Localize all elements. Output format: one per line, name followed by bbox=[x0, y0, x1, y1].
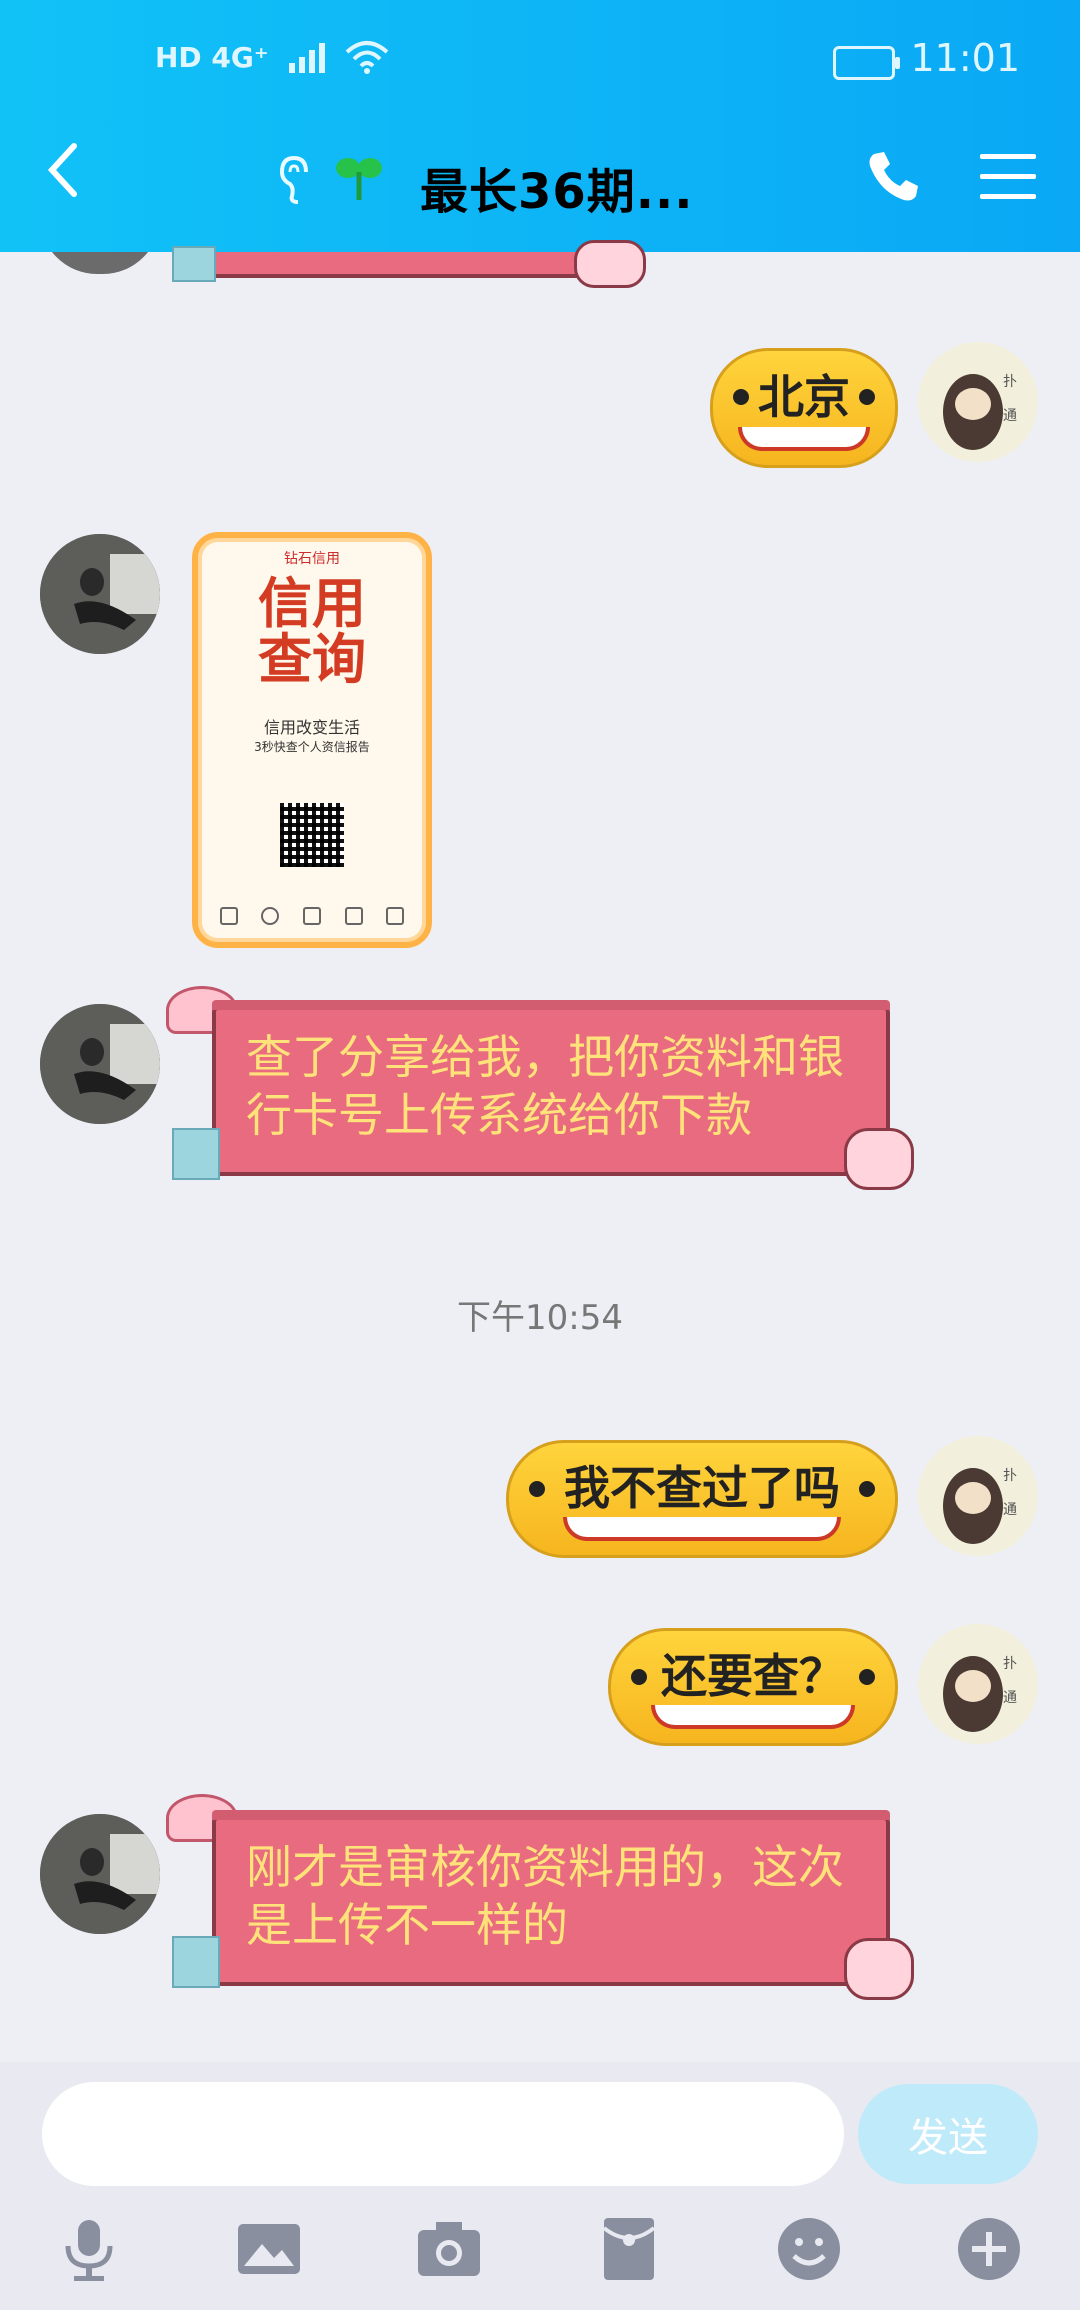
message-text: 北京 bbox=[758, 370, 850, 424]
svg-text:通: 通 bbox=[1003, 1502, 1017, 1518]
plus-icon[interactable] bbox=[954, 2214, 1024, 2284]
pink-bubble-partial bbox=[212, 252, 606, 278]
input-toolbar bbox=[0, 2192, 1080, 2310]
card-feature-icon bbox=[386, 907, 405, 925]
heart-sticker-icon bbox=[844, 1938, 914, 2000]
message-input[interactable] bbox=[42, 2082, 844, 2186]
card-headline-1: 信用 bbox=[258, 572, 366, 635]
status-bar: HD 4G⁺ 11:01 bbox=[0, 0, 1080, 120]
card-brand: 钻石信用 bbox=[284, 551, 340, 567]
image-icon[interactable] bbox=[234, 2214, 304, 2284]
menu-icon[interactable] bbox=[978, 150, 1038, 202]
svg-text:扑: 扑 bbox=[1003, 374, 1017, 390]
svg-text:通: 通 bbox=[1003, 1690, 1017, 1706]
qr-code bbox=[280, 803, 344, 867]
gift-box-icon bbox=[172, 1936, 220, 1988]
send-button[interactable]: 发送 bbox=[858, 2084, 1038, 2184]
my-avatar[interactable]: 扑通 bbox=[918, 1436, 1038, 1556]
monkey-avatar-icon: 扑通 bbox=[943, 1468, 1017, 1544]
card-headline-2: 查询 bbox=[258, 628, 366, 691]
gift-box-icon bbox=[172, 1128, 220, 1180]
phone-call-icon[interactable] bbox=[864, 148, 920, 204]
message-text: 查了分享给我，把你资料和银行卡号上传系统给你下款 bbox=[246, 1030, 844, 1142]
heart-sticker-icon bbox=[844, 1128, 914, 1190]
monkey-avatar-icon: 扑通 bbox=[943, 374, 1017, 450]
wifi-icon bbox=[345, 41, 389, 74]
my-avatar[interactable]: 扑通 bbox=[918, 1624, 1038, 1744]
message-bubble-mine[interactable]: 还要查？ bbox=[608, 1628, 898, 1746]
card-feature-icon bbox=[302, 907, 321, 925]
bubble-eye bbox=[859, 1481, 875, 1497]
ear-icon bbox=[279, 155, 308, 204]
network-label: HD 4G⁺ bbox=[155, 40, 269, 74]
contact-avatar[interactable] bbox=[40, 1814, 160, 1934]
bubble-eye bbox=[529, 1481, 545, 1497]
card-feature-icon bbox=[261, 907, 280, 925]
contact-photo bbox=[40, 1004, 160, 1124]
monkey-avatar-icon: 扑通 bbox=[943, 1656, 1017, 1732]
svg-text:通: 通 bbox=[1003, 408, 1017, 424]
network-indicators: HD 4G⁺ bbox=[155, 40, 389, 74]
gift-box-icon bbox=[172, 246, 216, 282]
bubble-eye bbox=[859, 1669, 875, 1685]
chat-title[interactable]: 最长36期... bbox=[420, 152, 694, 222]
credit-query-image-card[interactable]: 钻石信用 信用 查询 信用改变生活 3秒快查个人资信报告 bbox=[192, 532, 432, 948]
message-text: 我不查过了吗 bbox=[564, 1461, 840, 1515]
contact-photo bbox=[40, 534, 160, 654]
message-text: 还要查？ bbox=[661, 1649, 845, 1703]
camera-icon[interactable] bbox=[414, 2214, 484, 2284]
card-tagline: 信用改变生活 bbox=[263, 718, 360, 737]
contact-avatar[interactable] bbox=[40, 534, 160, 654]
red-packet-icon[interactable] bbox=[594, 2214, 664, 2284]
card-feature-icon bbox=[344, 907, 363, 925]
svg-text:扑: 扑 bbox=[1003, 1468, 1017, 1484]
message-bubble-mine[interactable]: 北京 bbox=[710, 348, 898, 468]
clock: 11:01 bbox=[910, 36, 1020, 80]
message-bubble-contact[interactable]: 刚才是审核你资料用的，这次是上传不一样的 bbox=[212, 1810, 890, 1986]
heart-sticker-icon bbox=[574, 240, 646, 288]
my-avatar[interactable]: 扑通 bbox=[918, 342, 1038, 462]
contact-avatar[interactable] bbox=[40, 1004, 160, 1124]
message-bubble-mine[interactable]: 我不查过了吗 bbox=[506, 1440, 898, 1558]
message-bubble-contact[interactable]: 查了分享给我，把你资料和银行卡号上传系统给你下款 bbox=[212, 1000, 890, 1176]
sprout-icon bbox=[336, 158, 382, 200]
card-subtitle: 3秒快查个人资信报告 bbox=[254, 740, 370, 754]
mic-icon[interactable] bbox=[54, 2214, 124, 2284]
contact-photo bbox=[40, 1814, 160, 1934]
bubble-eye bbox=[631, 1669, 647, 1685]
battery-icon bbox=[833, 46, 900, 80]
back-arrow-icon[interactable] bbox=[44, 140, 84, 200]
emoji-icon[interactable] bbox=[774, 2214, 844, 2284]
message-text: 刚才是审核你资料用的，这次是上传不一样的 bbox=[246, 1840, 844, 1952]
bubble-eye bbox=[859, 389, 875, 405]
bubble-eye bbox=[733, 389, 749, 405]
timestamp: 下午10:54 bbox=[457, 1298, 623, 1338]
signal-icon bbox=[288, 43, 325, 73]
card-feature-icon bbox=[219, 907, 238, 925]
svg-text:扑: 扑 bbox=[1003, 1656, 1017, 1672]
